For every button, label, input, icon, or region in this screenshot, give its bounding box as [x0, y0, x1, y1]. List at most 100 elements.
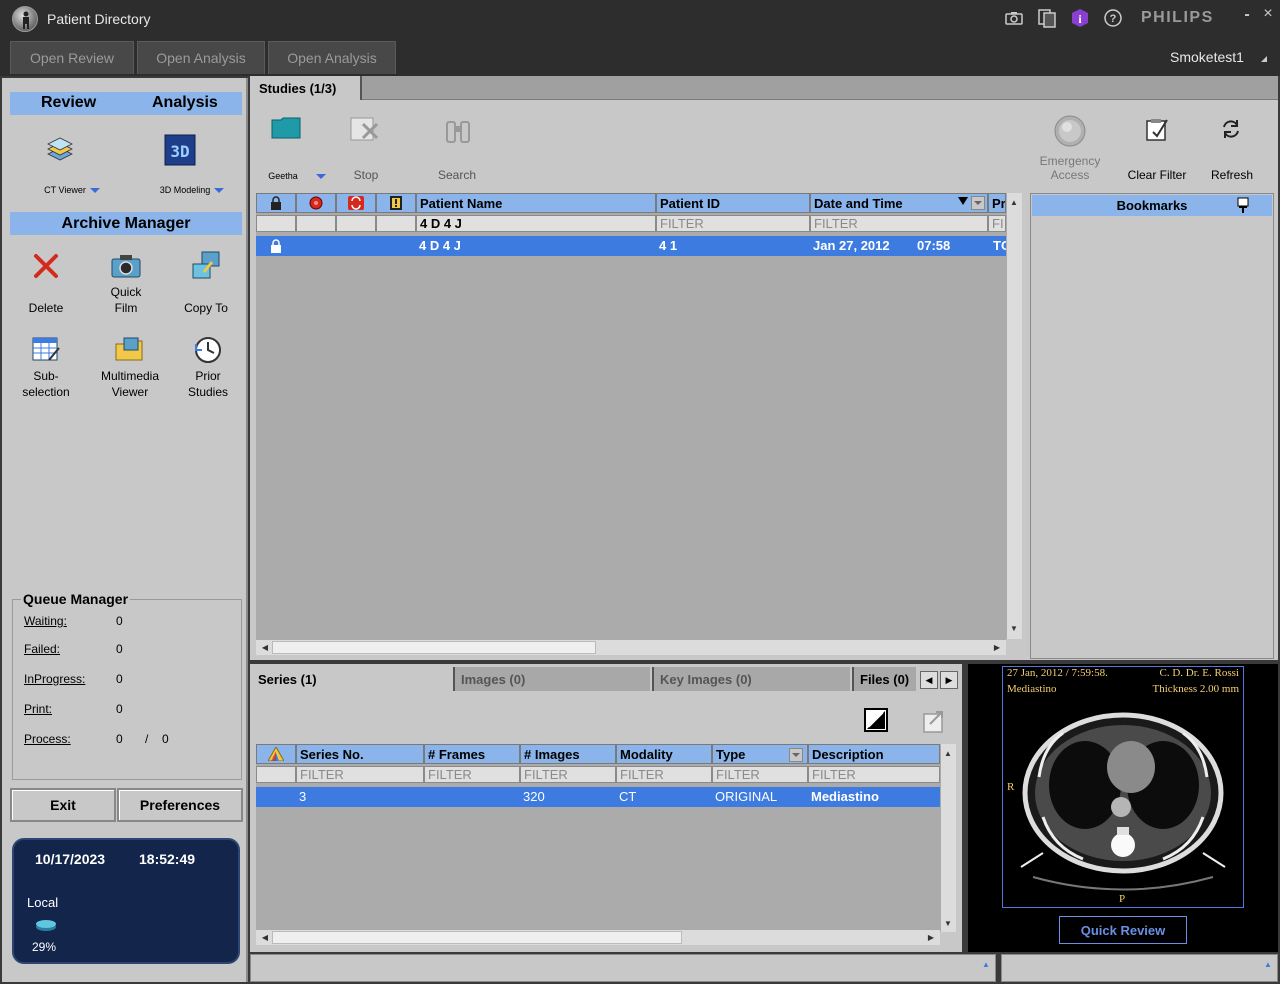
queue-label[interactable]: Failed:: [24, 642, 104, 656]
pr-column-header[interactable]: Pr: [988, 193, 1006, 213]
date-time-filter[interactable]: FILTER: [810, 215, 988, 232]
lock-column-header[interactable]: [256, 193, 296, 213]
review-label[interactable]: Review: [41, 94, 96, 112]
info-icon[interactable]: i: [1070, 8, 1090, 28]
mpr-icon[interactable]: [864, 708, 888, 735]
source-selector[interactable]: Geetha: [262, 171, 332, 181]
export-icon[interactable]: [922, 708, 946, 737]
copy-to-tool[interactable]: Copy To: [176, 250, 236, 316]
scroll-thumb[interactable]: [272, 931, 682, 944]
image-viewport[interactable]: 27 Jan, 2012 / 7:59:58. C. D. Dr. E. Ros…: [1002, 666, 1244, 908]
series-icon-column-header[interactable]: [256, 744, 296, 764]
expand-up-icon[interactable]: ▲: [979, 960, 993, 976]
stop-button[interactable]: Stop: [346, 168, 386, 182]
description-filter[interactable]: FILTER: [808, 766, 940, 783]
queue-label[interactable]: InProgress:: [24, 672, 104, 686]
scroll-left-icon[interactable]: ◀: [258, 640, 272, 654]
scroll-left-icon[interactable]: ◀: [258, 930, 272, 944]
series-no-filter[interactable]: FILTER: [296, 766, 424, 783]
exit-button[interactable]: Exit: [10, 788, 116, 822]
images-column-header[interactable]: # Images: [520, 744, 616, 764]
queue-label[interactable]: Print:: [24, 702, 104, 716]
description-column-header[interactable]: Description: [808, 744, 940, 764]
sync-column-header[interactable]: [336, 193, 376, 213]
scroll-down-icon[interactable]: ▼: [941, 916, 955, 930]
series-horizontal-scrollbar[interactable]: ◀ ▶: [256, 929, 940, 945]
frames-filter[interactable]: FILTER: [424, 766, 520, 783]
prior-studies-tool[interactable]: Prior Studies: [178, 334, 238, 400]
alert-column-header[interactable]: [376, 193, 416, 213]
3d-modeling-label[interactable]: 3D Modeling: [150, 185, 234, 195]
filter-cell[interactable]: [336, 215, 376, 232]
refresh-icon[interactable]: [1218, 118, 1244, 143]
studies-horizontal-scrollbar[interactable]: ◀ ▶: [256, 639, 1006, 655]
sort-descending-icon[interactable]: [958, 197, 968, 205]
clear-filter-button[interactable]: Clear Filter: [1122, 168, 1192, 182]
chevron-down-icon[interactable]: [214, 188, 225, 193]
emergency-access-button[interactable]: Emergency Access: [1032, 154, 1108, 182]
series-no-column-header[interactable]: Series No.: [296, 744, 424, 764]
chevron-down-icon[interactable]: [89, 188, 100, 193]
filter-cell[interactable]: [256, 766, 296, 783]
tab-images[interactable]: Images (0): [453, 667, 650, 691]
study-row[interactable]: 4 D 4 J 4 1 Jan 27, 2012 07:58 TC: [256, 236, 1006, 256]
tab-studies[interactable]: Studies (1/3): [252, 76, 362, 100]
column-filter-dropdown[interactable]: [971, 196, 985, 210]
tab-scroll-left-icon[interactable]: ◀: [920, 671, 938, 689]
close-button[interactable]: ×: [1259, 5, 1277, 27]
user-menu-arrow-icon[interactable]: [1261, 56, 1267, 62]
modality-filter[interactable]: FILTER: [616, 766, 712, 783]
queue-label[interactable]: Waiting:: [24, 614, 104, 628]
stop-icon[interactable]: [348, 112, 384, 147]
tab-series[interactable]: Series (1): [252, 667, 452, 691]
scroll-right-icon[interactable]: ▶: [924, 930, 938, 944]
tab-open-analysis-2[interactable]: Open Analysis: [268, 41, 396, 74]
scroll-up-icon[interactable]: ▲: [941, 746, 955, 760]
tab-open-analysis-1[interactable]: Open Analysis: [137, 41, 265, 74]
patient-name-column-header[interactable]: Patient Name: [416, 193, 656, 213]
preferences-button[interactable]: Preferences: [117, 788, 243, 822]
multimedia-viewer-tool[interactable]: Multimedia Viewer: [94, 334, 166, 400]
ct-viewer-label[interactable]: CT Viewer: [32, 185, 112, 195]
status-column-header[interactable]: [296, 193, 336, 213]
series-vertical-scrollbar[interactable]: ▲ ▼: [940, 744, 956, 932]
refresh-button[interactable]: Refresh: [1202, 168, 1262, 182]
tab-key-images[interactable]: Key Images (0): [652, 667, 850, 691]
clear-filter-icon[interactable]: [1142, 116, 1172, 145]
images-filter[interactable]: FILTER: [520, 766, 616, 783]
help-icon[interactable]: ?: [1103, 8, 1123, 28]
search-button[interactable]: Search: [434, 168, 480, 182]
delete-tool[interactable]: Delete: [16, 250, 76, 316]
studies-vertical-scrollbar[interactable]: ▲ ▼: [1006, 193, 1022, 639]
binoculars-icon[interactable]: [438, 118, 478, 149]
quick-review-button[interactable]: Quick Review: [1059, 916, 1187, 944]
emergency-access-icon[interactable]: [1050, 114, 1090, 151]
patient-id-filter[interactable]: FILTER: [656, 215, 810, 232]
chevron-down-icon[interactable]: [315, 174, 326, 179]
filter-cell[interactable]: [256, 215, 296, 232]
scroll-right-icon[interactable]: ▶: [990, 640, 1004, 654]
series-row[interactable]: 3 320 CT ORIGINAL Mediastino: [256, 787, 940, 807]
filter-cell[interactable]: [296, 215, 336, 232]
ct-viewer-tool[interactable]: [38, 134, 82, 168]
sub-selection-tool[interactable]: Sub- selection: [16, 334, 76, 400]
user-name[interactable]: Smoketest1: [1170, 49, 1244, 65]
camera-icon[interactable]: [1004, 8, 1024, 28]
source-folder-button[interactable]: [268, 116, 304, 143]
modality-column-header[interactable]: Modality: [616, 744, 712, 764]
filter-cell[interactable]: [376, 215, 416, 232]
frames-column-header[interactable]: # Frames: [424, 744, 520, 764]
patient-name-filter[interactable]: 4 D 4 J: [416, 215, 656, 232]
tab-open-review[interactable]: Open Review: [10, 41, 134, 74]
scroll-up-icon[interactable]: ▲: [1007, 195, 1021, 209]
quick-film-tool[interactable]: Quick Film: [96, 250, 156, 316]
analysis-label[interactable]: Analysis: [152, 94, 218, 112]
scroll-down-icon[interactable]: ▼: [1007, 621, 1021, 635]
pin-icon[interactable]: [1236, 197, 1250, 216]
minimize-button[interactable]: -: [1238, 6, 1256, 28]
documents-icon[interactable]: [1037, 8, 1057, 28]
type-filter[interactable]: FILTER: [712, 766, 808, 783]
queue-label[interactable]: Process:: [24, 732, 104, 746]
pr-filter[interactable]: FI: [988, 215, 1006, 232]
type-filter-dropdown[interactable]: [789, 748, 803, 762]
